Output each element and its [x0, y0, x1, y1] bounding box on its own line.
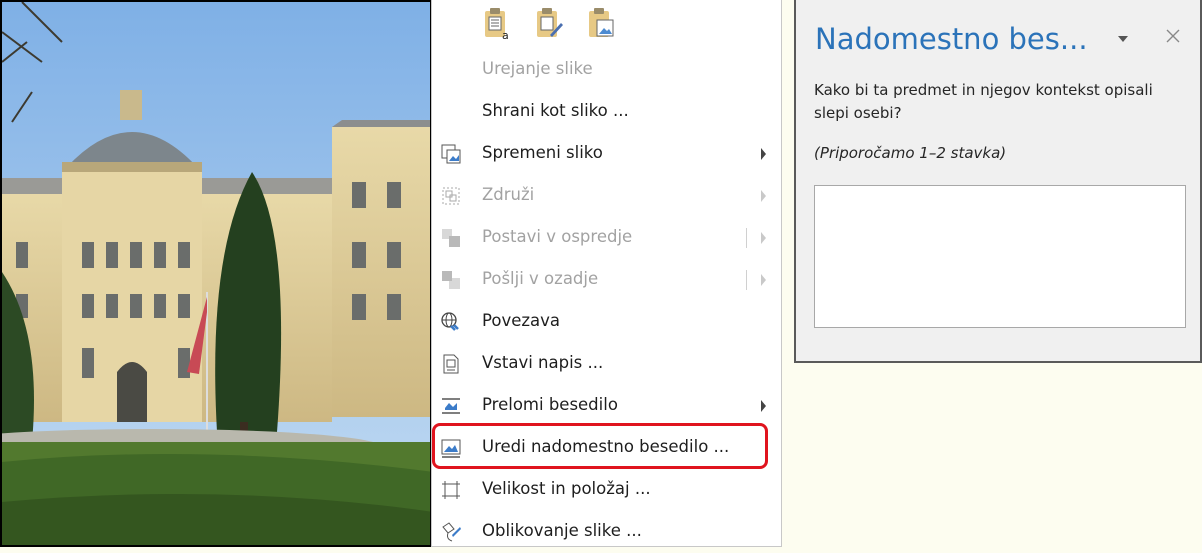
- menu-item-insert-caption[interactable]: Vstavi napis ...: [432, 343, 781, 385]
- submenu-arrow-icon: [761, 274, 766, 286]
- svg-text:a: a: [502, 29, 509, 41]
- size-position-icon: [442, 481, 460, 499]
- menu-item-group: Združi: [432, 175, 781, 217]
- menu-label: Oblikovanje slike ...: [482, 521, 642, 540]
- submenu-arrow-icon: [761, 400, 766, 412]
- split-divider: [746, 270, 747, 290]
- caption-icon: [443, 354, 459, 374]
- paste-keep-text-icon[interactable]: a: [482, 5, 512, 41]
- alt-text-hint: (Priporočamo 1–2 stavka): [814, 144, 1007, 162]
- menu-label: Urejanje slike: [482, 59, 593, 78]
- menu-item-wrap-text[interactable]: Prelomi besedilo: [432, 385, 781, 427]
- paste-options-toolbar: a: [432, 0, 781, 48]
- submenu-arrow-icon: [761, 190, 766, 202]
- menu-item-size-position[interactable]: Velikost in položaj ...: [432, 469, 781, 511]
- menu-label: Prelomi besedilo: [482, 395, 618, 414]
- context-menu: a Urejanje slike Shrani kot sliko ... Sp…: [431, 0, 782, 547]
- submenu-arrow-icon: [761, 232, 766, 244]
- format-picture-icon: [442, 522, 461, 542]
- close-icon[interactable]: [1164, 27, 1182, 45]
- paste-as-picture-icon[interactable]: [586, 5, 616, 41]
- pane-title: Nadomestno bes...: [815, 22, 1088, 56]
- pane-options-dropdown-icon[interactable]: [1118, 36, 1128, 42]
- menu-item-edit-alt-text[interactable]: Uredi nadomestno besedilo ...: [432, 427, 781, 469]
- split-divider: [746, 228, 747, 248]
- menu-item-bring-forward: Postavi v ospredje: [432, 217, 781, 259]
- menu-item-send-backward: Pošlji v ozadje: [432, 259, 781, 301]
- selected-photo[interactable]: [0, 0, 432, 547]
- menu-label: Shrani kot sliko ...: [482, 101, 629, 120]
- alt-text-icon: [441, 439, 461, 458]
- menu-label: Spremeni sliko: [482, 143, 603, 162]
- send-backward-icon: [442, 271, 460, 289]
- alt-text-question: Kako bi ta predmet in njegov kontekst op…: [814, 81, 1153, 122]
- menu-label: Uredi nadomestno besedilo ...: [482, 437, 730, 456]
- menu-item-change-picture[interactable]: Spremeni sliko: [432, 133, 781, 175]
- menu-label: Združi: [482, 185, 535, 204]
- menu-item-edit-picture: Urejanje slike: [432, 49, 781, 91]
- menu-item-save-as-picture[interactable]: Shrani kot sliko ...: [432, 91, 781, 133]
- change-picture-icon: [441, 144, 461, 164]
- paste-merge-format-icon[interactable]: [534, 5, 564, 41]
- menu-label: Pošlji v ozadje: [482, 269, 599, 288]
- bring-forward-icon: [442, 229, 460, 247]
- submenu-arrow-icon: [761, 148, 766, 160]
- link-globe-icon: [441, 312, 459, 331]
- menu-item-link[interactable]: Povezava: [432, 301, 781, 343]
- building-photo-image: [2, 2, 430, 545]
- menu-label: Velikost in položaj ...: [482, 479, 651, 498]
- alt-text-pane: Nadomestno bes... Kako bi ta predmet in …: [794, 0, 1202, 363]
- menu-label: Postavi v ospredje: [482, 227, 633, 246]
- menu-label: Povezava: [482, 311, 561, 330]
- menu-label: Vstavi napis ...: [482, 353, 604, 372]
- alt-text-input[interactable]: [814, 185, 1186, 328]
- group-icon: [442, 187, 460, 205]
- wrap-text-icon: [442, 398, 460, 414]
